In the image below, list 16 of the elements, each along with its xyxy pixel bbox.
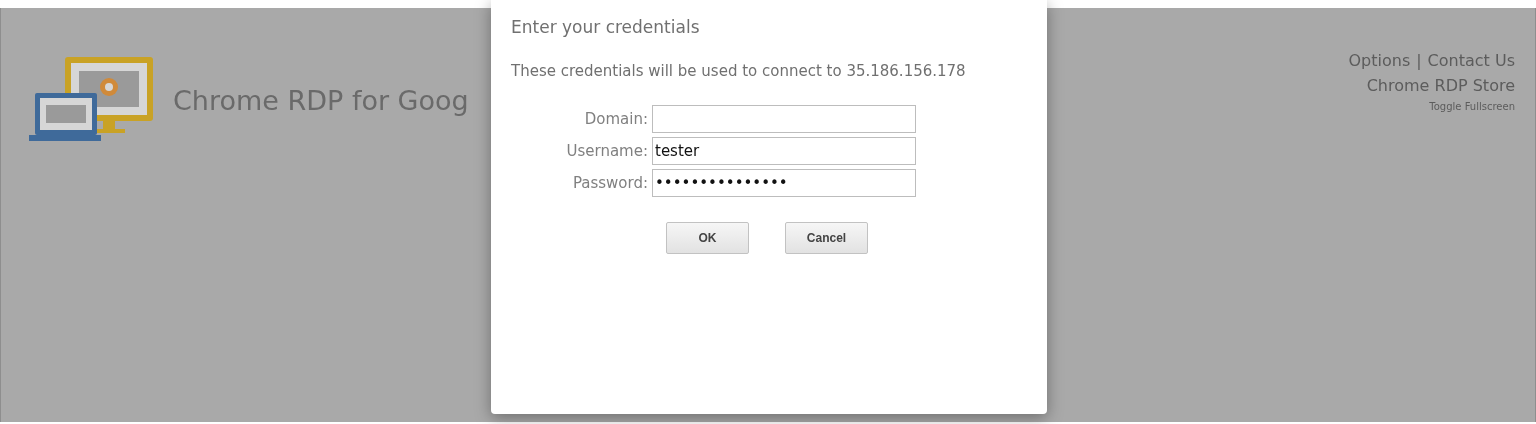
field-label: Password: — [571, 174, 648, 192]
header-link[interactable]: | — [1416, 51, 1422, 70]
app-title: Chrome RDP for Goog — [173, 84, 469, 116]
input-field[interactable]: ••••••••••••••• — [652, 169, 916, 197]
dialog-button[interactable]: Cancel — [785, 222, 868, 254]
header-link[interactable]: Contact Us — [1427, 51, 1515, 70]
input-field[interactable] — [652, 105, 916, 133]
fullscreen-link[interactable]: Toggle Fullscreen — [1429, 101, 1515, 112]
input-field[interactable]: tester — [652, 137, 916, 165]
dialog-message: These credentials will be used to connect to 35.186.156.178 — [511, 62, 967, 80]
dialog-button[interactable]: OK — [666, 222, 749, 254]
field-label: Domain: — [583, 110, 648, 128]
header-link[interactable]: Options — [1348, 51, 1411, 70]
field-label: Username: — [565, 142, 648, 160]
dialog-title: Enter your credentials — [511, 17, 701, 37]
store-link[interactable]: Chrome RDP Store — [1366, 76, 1515, 95]
